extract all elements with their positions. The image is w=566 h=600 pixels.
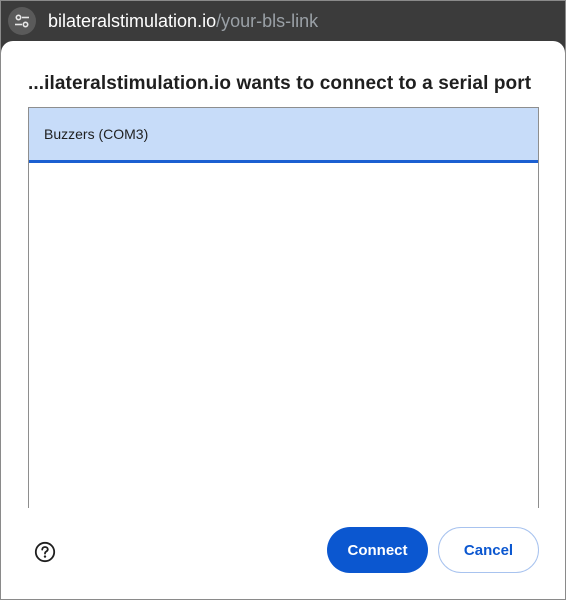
connect-button[interactable]: Connect	[327, 527, 428, 573]
device-label: Buzzers (COM3)	[44, 126, 149, 142]
device-list[interactable]: Buzzers (COM3)	[28, 107, 539, 508]
browser-window: bilateralstimulation.io/your-bls-link ..…	[0, 0, 566, 600]
cancel-button[interactable]: Cancel	[438, 527, 539, 573]
site-info-button[interactable]	[8, 7, 36, 35]
url-domain: bilateralstimulation.io	[48, 11, 217, 31]
tune-icon	[15, 14, 29, 28]
help-button[interactable]	[34, 541, 56, 563]
device-list-item[interactable]: Buzzers (COM3)	[29, 108, 538, 163]
serial-port-chooser-dialog: ...ilateralstimulation.io wants to conne…	[1, 41, 565, 599]
address-bar[interactable]: bilateralstimulation.io/your-bls-link	[1, 1, 565, 41]
help-circle-icon	[34, 541, 56, 563]
url-path: /your-bls-link	[216, 11, 319, 31]
dialog-title: ...ilateralstimulation.io wants to conne…	[28, 73, 532, 94]
url-text[interactable]: bilateralstimulation.io/your-bls-link	[48, 9, 318, 33]
